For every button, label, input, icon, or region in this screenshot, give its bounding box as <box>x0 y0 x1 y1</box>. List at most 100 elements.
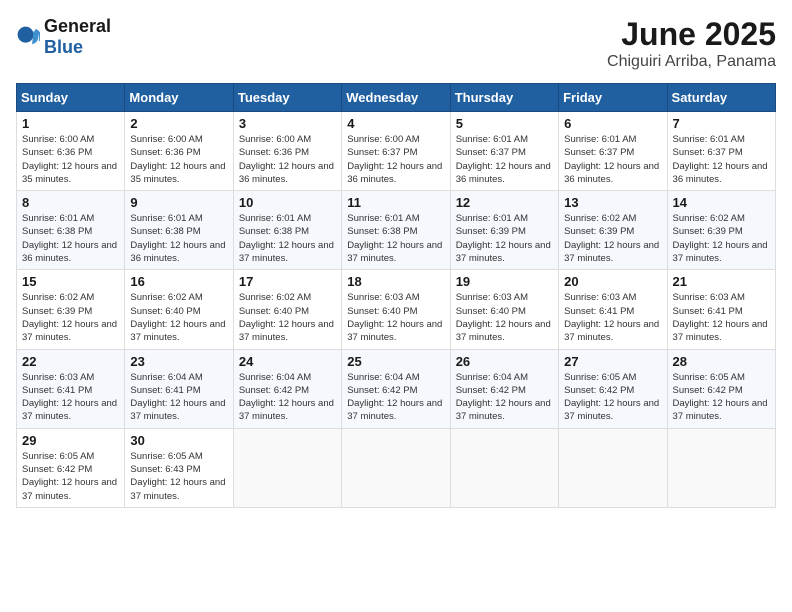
calendar-cell: 3 Sunrise: 6:00 AM Sunset: 6:36 PM Dayli… <box>233 112 341 191</box>
calendar-cell <box>559 428 667 507</box>
column-header-friday: Friday <box>559 84 667 112</box>
calendar-cell <box>667 428 775 507</box>
day-detail: Sunrise: 6:01 AM Sunset: 6:38 PM Dayligh… <box>347 212 444 265</box>
day-number: 6 <box>564 116 661 131</box>
day-detail: Sunrise: 6:02 AM Sunset: 6:40 PM Dayligh… <box>130 291 227 344</box>
calendar-cell: 20 Sunrise: 6:03 AM Sunset: 6:41 PM Dayl… <box>559 270 667 349</box>
column-header-monday: Monday <box>125 84 233 112</box>
day-number: 2 <box>130 116 227 131</box>
column-header-thursday: Thursday <box>450 84 558 112</box>
calendar-cell: 14 Sunrise: 6:02 AM Sunset: 6:39 PM Dayl… <box>667 191 775 270</box>
day-detail: Sunrise: 6:03 AM Sunset: 6:40 PM Dayligh… <box>347 291 444 344</box>
day-number: 21 <box>673 274 770 289</box>
day-detail: Sunrise: 6:05 AM Sunset: 6:42 PM Dayligh… <box>564 371 661 424</box>
calendar-cell: 28 Sunrise: 6:05 AM Sunset: 6:42 PM Dayl… <box>667 349 775 428</box>
calendar: SundayMondayTuesdayWednesdayThursdayFrid… <box>16 83 776 508</box>
calendar-cell: 29 Sunrise: 6:05 AM Sunset: 6:42 PM Dayl… <box>17 428 125 507</box>
day-number: 27 <box>564 354 661 369</box>
logo-blue: Blue <box>44 37 83 57</box>
calendar-week-5: 29 Sunrise: 6:05 AM Sunset: 6:42 PM Dayl… <box>17 428 776 507</box>
day-detail: Sunrise: 6:01 AM Sunset: 6:37 PM Dayligh… <box>456 133 553 186</box>
page-header: General Blue June 2025 Chiguiri Arriba, … <box>16 16 776 71</box>
day-detail: Sunrise: 6:04 AM Sunset: 6:42 PM Dayligh… <box>456 371 553 424</box>
subtitle: Chiguiri Arriba, Panama <box>607 53 776 71</box>
day-number: 14 <box>673 195 770 210</box>
calendar-cell: 10 Sunrise: 6:01 AM Sunset: 6:38 PM Dayl… <box>233 191 341 270</box>
day-detail: Sunrise: 6:04 AM Sunset: 6:42 PM Dayligh… <box>239 371 336 424</box>
calendar-cell <box>342 428 450 507</box>
day-number: 15 <box>22 274 119 289</box>
logo-icon <box>16 25 40 49</box>
day-detail: Sunrise: 6:01 AM Sunset: 6:38 PM Dayligh… <box>130 212 227 265</box>
day-detail: Sunrise: 6:01 AM Sunset: 6:39 PM Dayligh… <box>456 212 553 265</box>
day-number: 11 <box>347 195 444 210</box>
column-header-sunday: Sunday <box>17 84 125 112</box>
day-number: 5 <box>456 116 553 131</box>
day-detail: Sunrise: 6:02 AM Sunset: 6:39 PM Dayligh… <box>564 212 661 265</box>
calendar-cell: 8 Sunrise: 6:01 AM Sunset: 6:38 PM Dayli… <box>17 191 125 270</box>
day-number: 12 <box>456 195 553 210</box>
calendar-cell: 19 Sunrise: 6:03 AM Sunset: 6:40 PM Dayl… <box>450 270 558 349</box>
day-number: 24 <box>239 354 336 369</box>
day-number: 1 <box>22 116 119 131</box>
calendar-cell: 30 Sunrise: 6:05 AM Sunset: 6:43 PM Dayl… <box>125 428 233 507</box>
calendar-cell: 6 Sunrise: 6:01 AM Sunset: 6:37 PM Dayli… <box>559 112 667 191</box>
day-detail: Sunrise: 6:04 AM Sunset: 6:42 PM Dayligh… <box>347 371 444 424</box>
calendar-cell: 4 Sunrise: 6:00 AM Sunset: 6:37 PM Dayli… <box>342 112 450 191</box>
day-detail: Sunrise: 6:00 AM Sunset: 6:36 PM Dayligh… <box>130 133 227 186</box>
day-detail: Sunrise: 6:00 AM Sunset: 6:36 PM Dayligh… <box>22 133 119 186</box>
calendar-cell: 11 Sunrise: 6:01 AM Sunset: 6:38 PM Dayl… <box>342 191 450 270</box>
calendar-cell: 26 Sunrise: 6:04 AM Sunset: 6:42 PM Dayl… <box>450 349 558 428</box>
day-number: 3 <box>239 116 336 131</box>
column-header-tuesday: Tuesday <box>233 84 341 112</box>
calendar-cell: 21 Sunrise: 6:03 AM Sunset: 6:41 PM Dayl… <box>667 270 775 349</box>
day-number: 18 <box>347 274 444 289</box>
day-detail: Sunrise: 6:01 AM Sunset: 6:37 PM Dayligh… <box>564 133 661 186</box>
calendar-header-row: SundayMondayTuesdayWednesdayThursdayFrid… <box>17 84 776 112</box>
calendar-cell <box>233 428 341 507</box>
calendar-cell: 5 Sunrise: 6:01 AM Sunset: 6:37 PM Dayli… <box>450 112 558 191</box>
day-number: 30 <box>130 433 227 448</box>
logo: General Blue <box>16 16 111 58</box>
day-detail: Sunrise: 6:01 AM Sunset: 6:38 PM Dayligh… <box>239 212 336 265</box>
day-detail: Sunrise: 6:00 AM Sunset: 6:36 PM Dayligh… <box>239 133 336 186</box>
calendar-cell: 13 Sunrise: 6:02 AM Sunset: 6:39 PM Dayl… <box>559 191 667 270</box>
day-number: 25 <box>347 354 444 369</box>
logo-general: General <box>44 16 111 36</box>
calendar-cell: 15 Sunrise: 6:02 AM Sunset: 6:39 PM Dayl… <box>17 270 125 349</box>
day-number: 22 <box>22 354 119 369</box>
calendar-week-2: 8 Sunrise: 6:01 AM Sunset: 6:38 PM Dayli… <box>17 191 776 270</box>
day-detail: Sunrise: 6:04 AM Sunset: 6:41 PM Dayligh… <box>130 371 227 424</box>
calendar-cell: 1 Sunrise: 6:00 AM Sunset: 6:36 PM Dayli… <box>17 112 125 191</box>
day-detail: Sunrise: 6:03 AM Sunset: 6:41 PM Dayligh… <box>564 291 661 344</box>
calendar-cell: 17 Sunrise: 6:02 AM Sunset: 6:40 PM Dayl… <box>233 270 341 349</box>
logo-text: General Blue <box>44 16 111 58</box>
title-area: June 2025 Chiguiri Arriba, Panama <box>607 16 776 71</box>
main-title: June 2025 <box>607 16 776 53</box>
column-header-wednesday: Wednesday <box>342 84 450 112</box>
day-detail: Sunrise: 6:01 AM Sunset: 6:38 PM Dayligh… <box>22 212 119 265</box>
day-detail: Sunrise: 6:01 AM Sunset: 6:37 PM Dayligh… <box>673 133 770 186</box>
day-number: 9 <box>130 195 227 210</box>
day-number: 28 <box>673 354 770 369</box>
day-detail: Sunrise: 6:03 AM Sunset: 6:40 PM Dayligh… <box>456 291 553 344</box>
day-number: 7 <box>673 116 770 131</box>
calendar-cell: 2 Sunrise: 6:00 AM Sunset: 6:36 PM Dayli… <box>125 112 233 191</box>
day-number: 8 <box>22 195 119 210</box>
day-number: 19 <box>456 274 553 289</box>
calendar-week-1: 1 Sunrise: 6:00 AM Sunset: 6:36 PM Dayli… <box>17 112 776 191</box>
calendar-cell: 16 Sunrise: 6:02 AM Sunset: 6:40 PM Dayl… <box>125 270 233 349</box>
calendar-cell <box>450 428 558 507</box>
day-number: 13 <box>564 195 661 210</box>
day-detail: Sunrise: 6:02 AM Sunset: 6:40 PM Dayligh… <box>239 291 336 344</box>
day-detail: Sunrise: 6:02 AM Sunset: 6:39 PM Dayligh… <box>673 212 770 265</box>
day-number: 20 <box>564 274 661 289</box>
calendar-cell: 18 Sunrise: 6:03 AM Sunset: 6:40 PM Dayl… <box>342 270 450 349</box>
day-detail: Sunrise: 6:05 AM Sunset: 6:42 PM Dayligh… <box>673 371 770 424</box>
calendar-week-3: 15 Sunrise: 6:02 AM Sunset: 6:39 PM Dayl… <box>17 270 776 349</box>
day-number: 23 <box>130 354 227 369</box>
calendar-cell: 23 Sunrise: 6:04 AM Sunset: 6:41 PM Dayl… <box>125 349 233 428</box>
calendar-week-4: 22 Sunrise: 6:03 AM Sunset: 6:41 PM Dayl… <box>17 349 776 428</box>
day-number: 4 <box>347 116 444 131</box>
column-header-saturday: Saturday <box>667 84 775 112</box>
